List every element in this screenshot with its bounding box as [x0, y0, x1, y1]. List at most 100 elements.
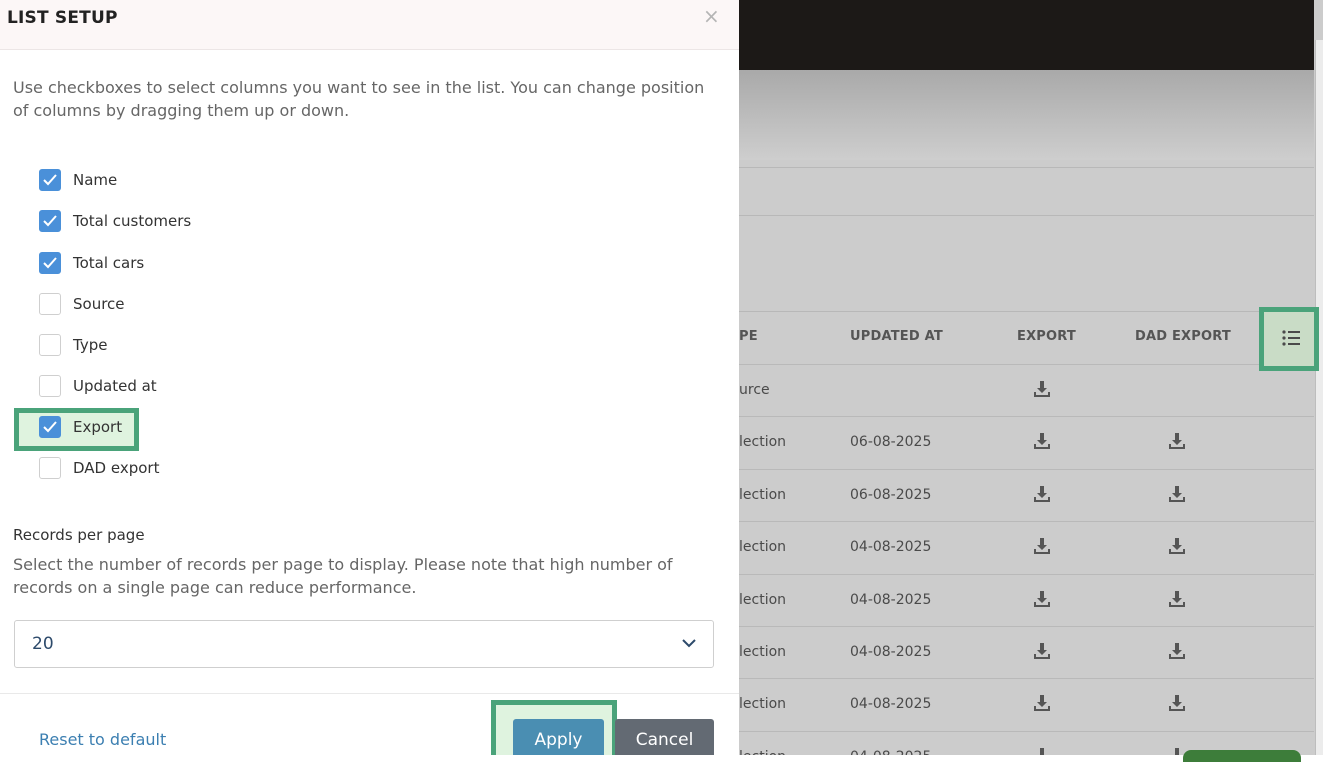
type-cell: lection [739, 434, 787, 451]
dad-export-download-button[interactable] [1168, 485, 1186, 503]
export-download-button[interactable] [1033, 642, 1051, 660]
download-icon [1169, 695, 1185, 712]
download-icon [1169, 485, 1185, 502]
type-cell: lection [739, 644, 787, 660]
dad-export-download-button[interactable] [1168, 642, 1186, 660]
download-icon [1034, 643, 1050, 659]
list-setup-button[interactable] [1259, 307, 1319, 371]
checkbox[interactable] [39, 293, 61, 315]
column-option[interactable]: DAD export [39, 457, 159, 479]
scrollbar[interactable] [1315, 40, 1323, 755]
download-icon [1034, 433, 1050, 450]
dialog-title: LIST SETUP [7, 8, 118, 28]
reset-to-default-link[interactable]: Reset to default [39, 730, 166, 749]
header-area [739, 70, 1314, 160]
download-icon [1034, 538, 1050, 555]
records-per-page-description: Select the number of records per page to… [13, 555, 673, 597]
column-option[interactable]: Type [39, 334, 107, 356]
export-download-button[interactable] [1033, 485, 1051, 503]
table-row[interactable]: lection 06-08-2025 [739, 468, 1314, 521]
top-navbar [739, 0, 1314, 70]
column-option-label: DAD export [73, 459, 160, 477]
checkbox[interactable] [39, 252, 61, 274]
checkbox[interactable] [39, 334, 61, 356]
dad-export-download-button[interactable] [1168, 537, 1186, 555]
list-setup-dialog: LIST SETUP × Use checkboxes to select co… [0, 0, 739, 775]
check-icon [43, 174, 57, 186]
type-cell: lection [739, 696, 787, 713]
download-icon [1169, 538, 1185, 555]
table-row[interactable]: lection 06-08-2025 [739, 416, 1314, 468]
download-icon [1034, 695, 1050, 712]
selected-value: 20 [32, 634, 54, 654]
column-option-label: Total customers [73, 212, 192, 230]
type-cell: lection [739, 539, 787, 556]
column-option[interactable]: Source [39, 293, 125, 315]
table-row[interactable]: lection 04-08-2025 [739, 521, 1314, 573]
checkbox[interactable] [39, 375, 61, 397]
export-download-button[interactable] [1033, 380, 1051, 398]
download-icon [1169, 643, 1185, 659]
download-icon [1034, 381, 1050, 397]
checkbox[interactable] [39, 457, 61, 479]
close-icon[interactable]: × [703, 4, 720, 28]
dad-export-download-button[interactable] [1168, 694, 1186, 712]
column-option-label: Name [73, 171, 118, 189]
chevron-down-icon [682, 639, 696, 648]
column-option[interactable]: Export [39, 416, 122, 438]
download-icon [1034, 485, 1050, 502]
checkbox[interactable] [39, 169, 61, 191]
check-icon [43, 257, 57, 269]
column-header-type[interactable]: PE [739, 329, 758, 344]
footer-divider [0, 693, 739, 694]
dad-export-download-button[interactable] [1168, 590, 1186, 608]
instructions-text: Use checkboxes to select columns you wan… [13, 78, 705, 120]
type-cell: urce [739, 382, 770, 398]
column-header-export[interactable]: EXPORT [1017, 329, 1076, 344]
updated-at-cell: 04-08-2025 [850, 591, 932, 608]
floating-action-button[interactable] [1183, 750, 1301, 762]
column-option-label: Total cars [73, 254, 145, 272]
column-option-label: Type [73, 336, 108, 354]
table-row[interactable]: lection 04-08-2025 [739, 573, 1314, 626]
table-row[interactable]: lection 04-08-2025 [739, 678, 1314, 730]
updated-at-cell: 04-08-2025 [850, 539, 932, 556]
column-option-label: Export [73, 418, 123, 436]
download-icon [1169, 590, 1185, 607]
updated-at-cell: 06-08-2025 [850, 434, 932, 451]
column-option[interactable]: Updated at [39, 375, 157, 397]
check-icon [43, 215, 57, 227]
viewport-edge [0, 755, 739, 775]
table-row[interactable]: urce [739, 364, 1314, 416]
updated-at-cell: 06-08-2025 [850, 486, 932, 503]
records-per-page-select[interactable]: 20 [14, 620, 714, 668]
check-icon [43, 421, 57, 433]
type-cell: lection [739, 486, 787, 503]
records-per-page-title: Records per page [13, 526, 145, 544]
column-option-label: Updated at [73, 377, 157, 395]
divider [739, 215, 1314, 216]
dialog-header: LIST SETUP × [0, 0, 739, 50]
column-header-updated-at[interactable]: UPDATED AT [850, 329, 943, 344]
checkbox[interactable] [39, 416, 61, 438]
type-cell: lection [739, 591, 787, 608]
column-option[interactable]: Total cars [39, 252, 144, 274]
updated-at-cell: 04-08-2025 [850, 696, 932, 713]
download-icon [1034, 590, 1050, 607]
table-row[interactable]: lection 04-08-2025 [739, 626, 1314, 678]
updated-at-cell: 04-08-2025 [850, 644, 932, 660]
export-download-button[interactable] [1033, 590, 1051, 608]
column-option[interactable]: Total customers [39, 210, 191, 232]
column-option[interactable]: Name [39, 169, 117, 191]
dad-export-download-button[interactable] [1168, 432, 1186, 450]
column-header-dad-export[interactable]: DAD EXPORT [1135, 329, 1231, 344]
download-icon [1169, 433, 1185, 450]
divider [739, 167, 1314, 168]
checkbox[interactable] [39, 210, 61, 232]
export-download-button[interactable] [1033, 432, 1051, 450]
export-download-button[interactable] [1033, 537, 1051, 555]
column-option-label: Source [73, 295, 125, 313]
list-icon [1282, 330, 1300, 346]
divider [739, 311, 1314, 312]
export-download-button[interactable] [1033, 694, 1051, 712]
